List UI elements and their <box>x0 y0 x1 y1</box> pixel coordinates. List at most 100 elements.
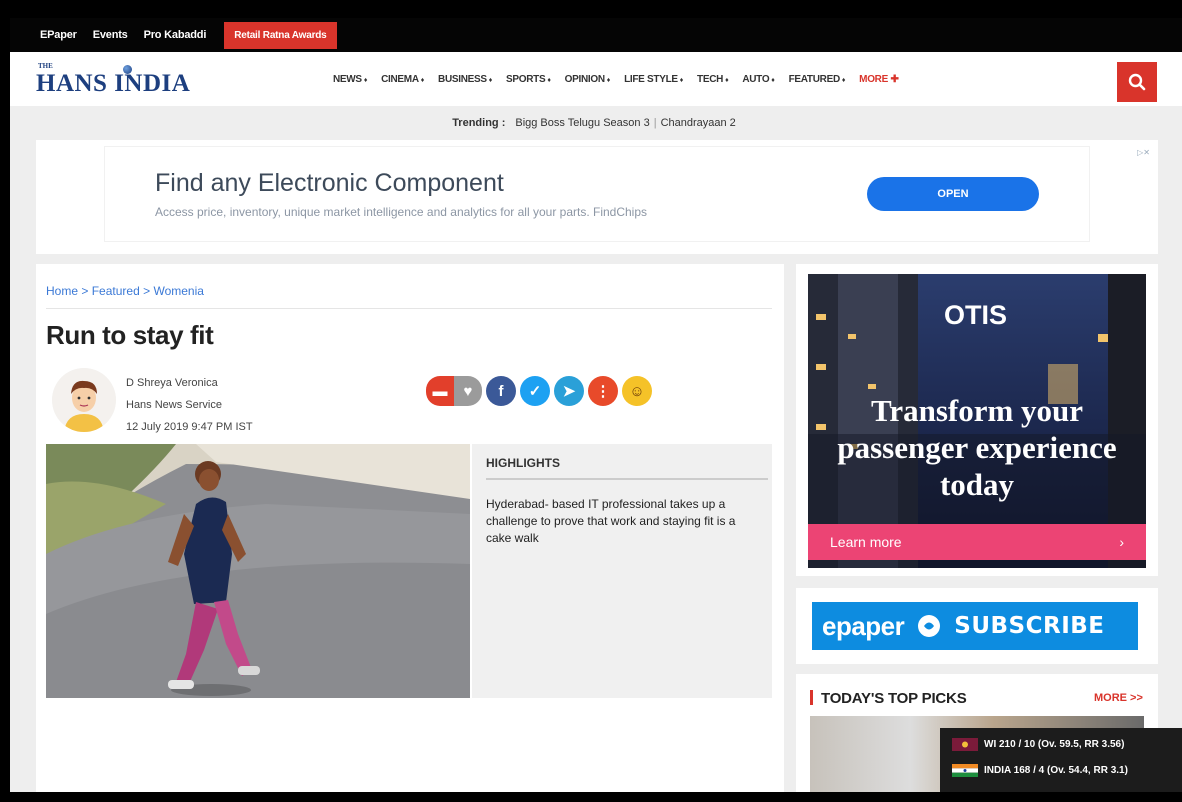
breadcrumb-separator: > <box>143 284 151 298</box>
nav-label: BUSINESS <box>438 73 487 85</box>
caret-icon: ♦ <box>363 76 368 84</box>
ad-open-button[interactable]: OPEN <box>867 177 1039 211</box>
telegram-icon[interactable]: ➤ <box>554 376 584 406</box>
caret-icon: ♦ <box>725 76 729 84</box>
nav-item-lifestyle[interactable]: LIFE STYLE ♦ <box>617 74 690 85</box>
cricket-score-widget[interactable]: WI 210 / 10 (Ov. 59.5, RR 3.56) INDIA 16… <box>940 728 1182 802</box>
nav-item-tech[interactable]: TECH ♦ <box>690 74 735 85</box>
chevron-right-icon: › <box>1119 534 1124 550</box>
subscribe-label: SUBSCRIBE <box>954 613 1105 639</box>
nav-label: SPORTS <box>506 73 546 85</box>
caret-icon: ♦ <box>420 76 425 84</box>
nav-label: LIFE STYLE <box>624 73 678 85</box>
share-bar: ▬ ♥ f ✓ ➤ ⋮ ☺ <box>426 376 652 406</box>
ad-text: Access price, inventory, unique market i… <box>155 205 648 219</box>
otis-brand: OTIS <box>944 300 1008 330</box>
search-icon <box>1128 73 1146 91</box>
wi-flag-icon <box>952 738 978 751</box>
breadcrumb: Home > Featured > Womenia <box>46 284 772 309</box>
learn-more-label: Learn more <box>830 534 902 550</box>
topbar-link-epaper[interactable]: EPaper <box>40 29 77 41</box>
trending-bar: Trending : Bigg Boss Telugu Season 3 | C… <box>10 106 1182 140</box>
twitter-icon[interactable]: ✓ <box>520 376 550 406</box>
logo-name: HANS INDIA <box>36 70 191 97</box>
highlights-box: HIGHLIGHTS Hyderabad- based IT professio… <box>472 444 772 698</box>
site-logo[interactable]: THE HANS INDIA <box>36 60 226 104</box>
caret-icon: ♦ <box>679 76 684 84</box>
caret-icon: ♦ <box>488 76 493 84</box>
comment-count-icon[interactable]: ♥ <box>454 376 482 406</box>
trending-item[interactable]: Chandrayaan 2 <box>661 117 736 129</box>
nav-label: NEWS <box>333 73 362 85</box>
article-panel: Home > Featured > Womenia Run to stay fi… <box>36 264 784 792</box>
highlights-text: Hyderabad- based IT professional takes u… <box>486 497 736 545</box>
site-header: THE HANS INDIA NEWS ♦ CINEMA ♦ BUSINESS ♦ S… <box>10 52 1182 106</box>
highlights-label: HIGHLIGHTS <box>486 456 768 480</box>
nav-item-business[interactable]: BUSINESS ♦ <box>431 74 499 85</box>
facebook-icon[interactable]: f <box>486 376 516 406</box>
nav-item-featured[interactable]: FEATURED ♦ <box>782 74 853 85</box>
nav-label: MORE <box>859 73 888 85</box>
subscribe-hand-icon <box>918 615 941 637</box>
score-text-wi: WI 210 / 10 (Ov. 59.5, RR 3.56) <box>984 739 1125 750</box>
plus-icon: ✚ <box>890 73 899 85</box>
nav-label: CINEMA <box>381 73 419 85</box>
otis-ad[interactable]: OTIS Transform your passenger experience… <box>808 274 1146 568</box>
score-row-india: INDIA 168 / 4 (Ov. 54.4, RR 3.1) <box>952 764 1128 777</box>
top-picks-more-link[interactable]: MORE >> <box>1094 692 1143 704</box>
score-text-india: INDIA 168 / 4 (Ov. 54.4, RR 3.1) <box>984 765 1128 776</box>
search-button[interactable] <box>1117 62 1157 102</box>
nav-label: FEATURED <box>788 73 841 85</box>
nav-label: TECH <box>697 73 724 85</box>
caret-icon: ♦ <box>771 76 775 84</box>
comment-icon[interactable]: ▬ <box>426 376 454 406</box>
breadcrumb-womenia[interactable]: Womenia <box>153 284 203 298</box>
epaper-subscribe-container: epaper SUBSCRIBE <box>796 588 1158 664</box>
score-row-wi: WI 210 / 10 (Ov. 59.5, RR 3.56) <box>952 738 1124 751</box>
topbar-link-events[interactable]: Events <box>93 29 128 41</box>
article-photo <box>46 444 470 698</box>
top-picks-label: TODAY'S TOP PICKS <box>821 690 967 707</box>
nav-item-sports[interactable]: SPORTS ♦ <box>499 74 558 85</box>
match-result: IND won <box>1146 792 1182 802</box>
ad-banner[interactable]: Find any Electronic Component Access pri… <box>104 146 1090 242</box>
main-nav: NEWS ♦ CINEMA ♦ BUSINESS ♦ SPORTS ♦ OPINION ♦… <box>326 52 906 106</box>
author-info: D Shreya Veronica Hans News Service 12 J… <box>126 372 253 438</box>
adchoices-icon[interactable]: ▷✕ <box>1137 148 1150 157</box>
author-source: Hans News Service <box>126 399 222 411</box>
more-share-icon[interactable]: ⋮ <box>588 376 618 406</box>
nav-label: AUTO <box>742 73 770 85</box>
otis-slogan: Transform your passenger experience toda… <box>837 393 1117 502</box>
nav-item-opinion[interactable]: OPINION ♦ <box>558 74 617 85</box>
breadcrumb-featured[interactable]: Featured <box>92 284 140 298</box>
breadcrumb-home[interactable]: Home <box>46 284 78 298</box>
india-flag-icon <box>952 764 978 777</box>
topbar-link-pro-kabaddi[interactable]: Pro Kabaddi <box>144 29 207 41</box>
trending-separator: | <box>653 117 657 129</box>
publish-date: 12 July 2019 9:47 PM IST <box>126 421 253 433</box>
epaper-label: epaper <box>822 610 905 641</box>
logo-the: THE <box>38 62 53 70</box>
runner-image <box>46 444 470 698</box>
otis-learn-more-button[interactable]: Learn more › <box>808 524 1146 560</box>
trending-label: Trending : <box>452 117 506 129</box>
caret-icon: ♦ <box>547 76 551 84</box>
topbar-link-retail-awards[interactable]: Retail Ratna Awards <box>224 21 337 49</box>
author-name[interactable]: D Shreya Veronica <box>126 372 253 394</box>
caret-icon: ♦ <box>606 76 611 84</box>
emoji-reaction-icon[interactable]: ☺ <box>622 376 652 406</box>
trending-item[interactable]: Bigg Boss Telugu Season 3 <box>515 117 649 129</box>
nav-item-news[interactable]: NEWS ♦ <box>326 74 374 85</box>
caret-icon: ♦ <box>841 76 846 84</box>
article-title: Run to stay fit <box>46 320 214 350</box>
nav-item-auto[interactable]: AUTO ♦ <box>735 74 781 85</box>
ad-headline: Find any Electronic Component <box>155 169 504 197</box>
nav-label: OPINION <box>564 73 605 85</box>
epaper-subscribe-banner[interactable]: epaper SUBSCRIBE <box>812 602 1138 650</box>
author-avatar <box>52 368 116 432</box>
ad-banner-container: Find any Electronic Component Access pri… <box>36 140 1158 254</box>
sidebar-ad-container: OTIS Transform your passenger experience… <box>796 264 1158 576</box>
nav-item-more[interactable]: MORE ✚ <box>852 74 905 85</box>
top-picks-heading: TODAY'S TOP PICKS <box>810 690 967 707</box>
nav-item-cinema[interactable]: CINEMA ♦ <box>374 74 431 85</box>
